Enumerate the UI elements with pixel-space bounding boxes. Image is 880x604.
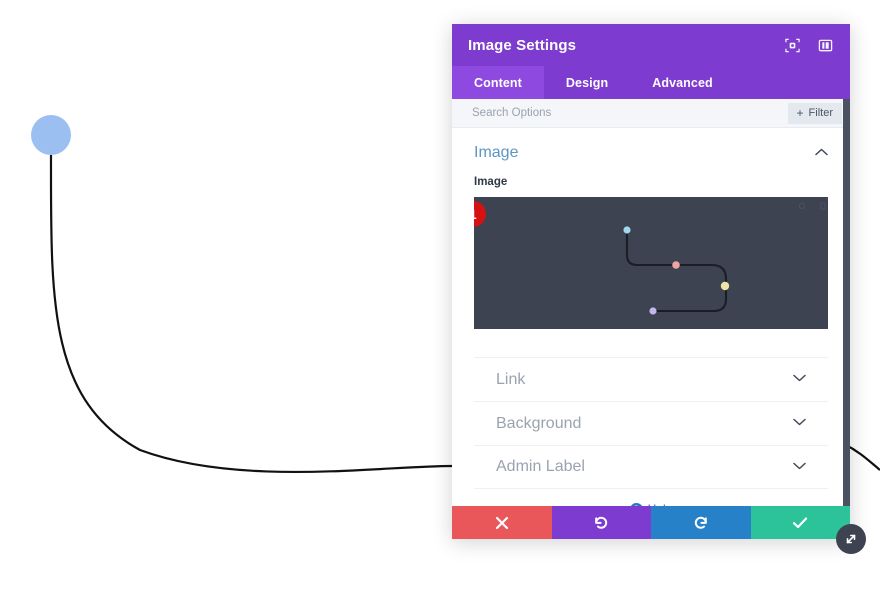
section-image: Image Image 1 (452, 128, 850, 516)
plus-icon: + (796, 106, 804, 120)
modal-tabs: Content Design Advanced (452, 66, 850, 99)
node-mid-pink (672, 261, 680, 269)
collapsed-sections: Link Background Admin Label (474, 357, 828, 489)
cancel-button[interactable] (452, 506, 552, 539)
image-field-label: Image (474, 176, 508, 188)
chevron-down-icon[interactable] (793, 374, 806, 385)
chevron-down-icon[interactable] (793, 418, 806, 429)
app-canvas: Image Settings Content Design Advanced S… (0, 0, 880, 604)
tab-content[interactable]: Content (452, 66, 544, 99)
header-icon-group (784, 37, 834, 54)
undo-button[interactable] (551, 506, 651, 539)
node-bottom-purple (649, 307, 657, 315)
resize-handle[interactable] (836, 524, 866, 554)
tab-design[interactable]: Design (544, 66, 630, 99)
modal-body: Image Image 1 (452, 128, 850, 539)
section-link-title: Link (496, 370, 526, 388)
filter-button[interactable]: + Filter (787, 102, 842, 124)
section-background-title: Background (496, 414, 582, 432)
filter-button-label: Filter (808, 107, 833, 119)
image-settings-modal: Image Settings Content Design Advanced S… (452, 24, 850, 539)
page-title: Image Settings (468, 36, 577, 54)
chevron-down-icon[interactable] (793, 462, 806, 473)
chevron-up-icon[interactable] (815, 148, 828, 159)
modal-scrollbar[interactable] (843, 99, 850, 539)
section-image-title: Image (474, 144, 519, 161)
layout-panel-icon[interactable] (817, 37, 834, 54)
section-background[interactable]: Background (474, 401, 828, 445)
focus-icon[interactable] (784, 37, 801, 54)
search-row: + Filter (452, 99, 850, 128)
redo-button[interactable] (651, 506, 751, 539)
node-right-yellow (720, 281, 730, 291)
node-blue[interactable] (31, 115, 71, 155)
modal-footer (452, 506, 850, 539)
settings-scroll-area: Image Image 1 (452, 128, 850, 516)
search-input[interactable] (472, 99, 788, 127)
section-link[interactable]: Link (474, 357, 828, 401)
tab-advanced[interactable]: Advanced (630, 66, 735, 99)
node-top-cyan (623, 226, 631, 234)
section-image-header[interactable]: Image (474, 144, 828, 176)
image-upload-preview[interactable]: 1 (474, 197, 828, 329)
section-admin-label[interactable]: Admin Label (474, 445, 828, 489)
section-admin-label-title: Admin Label (496, 458, 585, 475)
modal-header: Image Settings (452, 24, 850, 66)
save-button[interactable] (750, 506, 850, 539)
preview-node-graph (623, 198, 828, 315)
wire-left-curve (49, 154, 453, 473)
